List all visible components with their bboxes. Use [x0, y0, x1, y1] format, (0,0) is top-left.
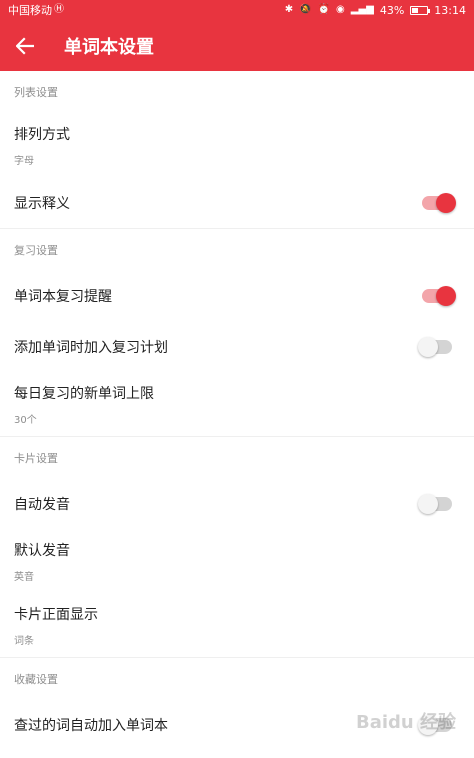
setting-texts: 卡片正面显示 词条: [14, 604, 98, 647]
toggle-knob: [418, 493, 438, 514]
auto-pronounce-toggle[interactable]: [418, 493, 452, 514]
setting-review-reminder[interactable]: 单词本复习提醒: [0, 270, 474, 321]
setting-label: 每日复习的新单词上限: [14, 385, 154, 402]
page-title: 单词本设置: [64, 36, 154, 58]
setting-label: 排列方式: [14, 126, 70, 143]
setting-texts: 默认发音 英音: [14, 540, 70, 583]
section-header-favorites: 收藏设置: [0, 657, 474, 699]
setting-texts: 每日复习的新单词上限 30个: [14, 383, 154, 426]
section-header-review: 复习设置: [0, 228, 474, 270]
setting-default-pronounce[interactable]: 默认发音 英音: [0, 529, 474, 593]
setting-show-definition[interactable]: 显示释义: [0, 177, 474, 228]
setting-add-to-review-plan[interactable]: 添加单词时加入复习计划: [0, 321, 474, 372]
setting-label: 单词本复习提醒: [14, 288, 112, 305]
setting-auto-pronounce[interactable]: 自动发音: [0, 478, 474, 529]
setting-daily-limit[interactable]: 每日复习的新单词上限 30个: [0, 372, 474, 436]
setting-label: 显示释义: [14, 195, 70, 212]
setting-texts: 排列方式 字母: [14, 124, 70, 167]
bluetooth-icon: ✱: [284, 4, 294, 15]
watermark: Baidu 经验: [355, 712, 456, 733]
app-bar: 单词本设置: [0, 20, 474, 71]
battery-percent: 43%: [379, 3, 405, 17]
setting-value: 英音: [14, 571, 34, 583]
show-definition-toggle[interactable]: [422, 192, 456, 213]
add-to-plan-toggle[interactable]: [418, 336, 452, 357]
review-reminder-toggle[interactable]: [422, 285, 456, 306]
setting-value: 30个: [14, 414, 37, 426]
clock: 13:14: [434, 3, 466, 17]
setting-label: 默认发音: [14, 542, 70, 559]
setting-label: 卡片正面显示: [14, 606, 98, 623]
toggle-knob: [436, 192, 456, 213]
battery-icon: [410, 5, 431, 15]
setting-value: 字母: [14, 155, 34, 167]
setting-card-front[interactable]: 卡片正面显示 词条: [0, 593, 474, 657]
carrier-label: 中国移动: [8, 4, 52, 17]
setting-label: 查过的词自动加入单词本: [14, 717, 168, 734]
battery-fill: [412, 7, 419, 13]
back-button[interactable]: [14, 35, 36, 57]
arrow-left-icon: [16, 36, 34, 55]
setting-label: 自动发音: [14, 496, 70, 513]
setting-value: 词条: [14, 635, 34, 647]
eye-icon: ◉: [336, 4, 345, 15]
alarm-icon: ⏰: [317, 4, 331, 15]
toggle-knob: [436, 285, 456, 306]
status-bar: 中国移动 Ⓗ ✱ 🔕 ⏰ ◉ ▂▄▆ 43% 13:14: [0, 0, 474, 20]
mute-icon: 🔕: [299, 4, 312, 15]
section-header-list: 列表设置: [14, 86, 58, 99]
toggle-knob: [418, 336, 438, 357]
setting-label: 添加单词时加入复习计划: [14, 339, 168, 356]
hd-icon: Ⓗ: [54, 4, 64, 15]
status-right: ✱ 🔕 ⏰ ◉ ▂▄▆ 43% 13:14: [285, 4, 466, 17]
setting-sort-order[interactable]: 排列方式 字母: [0, 113, 474, 177]
signal-icon: ▂▄▆: [350, 4, 374, 15]
status-left: 中国移动 Ⓗ: [8, 2, 64, 18]
section-header-card: 卡片设置: [0, 436, 474, 478]
